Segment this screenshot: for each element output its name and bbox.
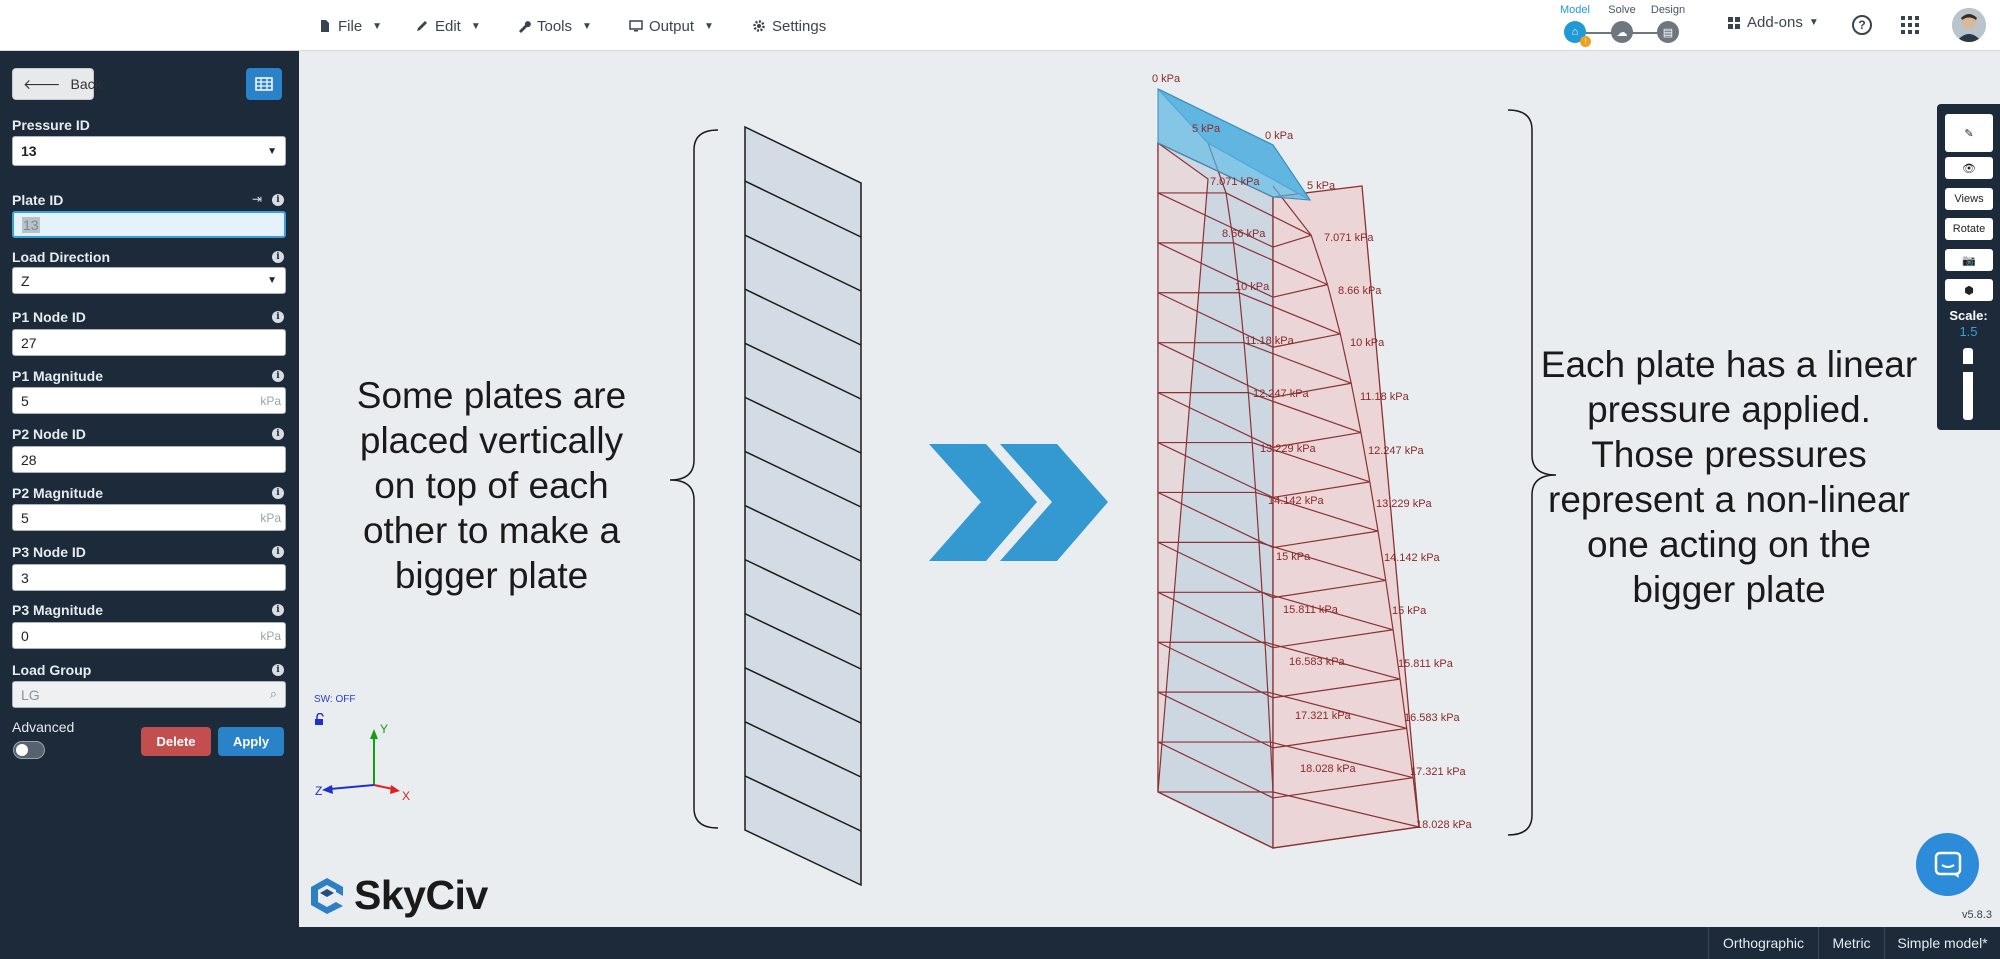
pressure-label: 14.142 kPa [1384,552,1441,564]
screenshot-button[interactable]: 📷 [1945,249,1993,271]
model-name[interactable]: Simple model* [1884,927,2000,959]
annotation-right-line: Each plate has a linear [1540,344,1918,385]
pressure-label: 10 kPa [1350,337,1385,349]
scale-slider-thumb[interactable] [1962,364,1974,372]
chat-support-button[interactable] [1916,833,1979,896]
pressure-label: 15 kPa [1392,605,1427,617]
pressure-label: 11.18 kPa [1245,335,1295,347]
axis-z-label: Z [315,784,322,798]
annotation-right-line: bigger plate [1632,569,1826,610]
pressure-label: 0 kPa [1265,130,1294,142]
pressure-label: 12.247 kPa [1253,388,1310,400]
view-toolbar: ✎ 👁 Views Rotate 📷 ⬢ Scale: 1.5 [1937,104,2000,430]
pressure-label: 17.321 kPa [1295,710,1352,722]
annotation-right-line: represent a non-linear [1548,479,1910,520]
annotation-right-line: one acting on the [1587,524,1871,565]
pressure-label: 0 kPa [1152,73,1181,85]
status-bar: Orthographic Metric Simple model* [0,927,2000,959]
pressure-label: 17.321 kPa [1410,766,1467,778]
annotation-right-line: pressure applied. [1587,389,1871,430]
pencil-icon: ✎ [1964,127,1974,140]
pressure-label: 16.583 kPa [1404,712,1461,724]
skyciv-logo-icon [311,877,343,914]
axis-y-label: Y [380,722,388,736]
pressure-label: 16.583 kPa [1289,656,1346,668]
scale-value: 1.5 [1959,324,1978,339]
axes-gizmo: Y Z X [315,722,410,803]
annotation-left-line: placed vertically [359,420,624,461]
pressure-label: 15 kPa [1276,551,1311,563]
pressure-label: 5 kPa [1192,123,1221,135]
scale-slider[interactable] [1962,348,1974,420]
cube-icon: ⬢ [1964,284,1974,297]
pressure-label: 7.071 kPa [1324,232,1374,244]
visibility-button[interactable]: 👁 [1945,157,1993,179]
double-chevron-arrow [929,444,1108,561]
unlock-icon[interactable] [314,713,326,725]
skyciv-logo-text: SkyCiv [354,872,488,918]
pressure-label: 13.229 kPa [1260,443,1317,455]
annotation-left-line: Some plates are [356,375,627,416]
camera-icon: 📷 [1962,254,1976,267]
pressure-label: 13.229 kPa [1376,498,1433,510]
pressure-label: 15.811 kPa [1398,658,1454,670]
3d-view-button[interactable]: ⬢ [1945,279,1993,301]
projection-toggle[interactable]: Orthographic [1708,927,1818,959]
pressure-label: 11.18 kPa [1360,391,1410,403]
pressure-label: 8.66 kPa [1338,285,1382,297]
stacked-plates [744,125,862,887]
left-brace [669,129,719,829]
pressure-label: 7.071 kPa [1210,176,1260,188]
pressure-label: 8.66 kPa [1222,228,1266,240]
eye-icon: 👁 [1962,162,1976,175]
self-weight-status[interactable]: SW: OFF [314,694,355,705]
pressure-label: 14.142 kPa [1268,495,1325,507]
pressure-label: 15.811 kPa [1283,604,1339,616]
axis-x-label: X [402,789,410,803]
annotation-right: Each plate has a linear pressure applied… [1533,342,1925,612]
annotation-left-line: bigger plate [394,555,589,596]
annotation-left-line: on top of each [374,465,609,506]
pressure-label: 10 kPa [1235,281,1270,293]
pressure-label: 18.028 kPa [1300,763,1357,775]
annotation-left-line: other to make a [362,510,621,551]
views-button[interactable]: Views [1945,188,1993,210]
pressure-label: 5 kPa [1307,180,1336,192]
chat-icon [1934,851,1961,878]
annotation-right-line: Those pressures [1591,434,1867,475]
units-toggle[interactable]: Metric [1818,927,1884,959]
scale-label: Scale: [1949,308,1988,323]
skyciv-logo: SkyCiv [308,872,488,919]
rotate-button[interactable]: Rotate [1945,218,1993,240]
version-label: v5.8.3 [1962,909,1992,921]
pressure-model [1157,88,1420,850]
annotation-left: Some plates are placed vertically on top… [335,373,648,598]
pressure-label: 12.247 kPa [1368,445,1425,457]
pressure-label: 18.028 kPa [1416,819,1473,831]
edit-view-button[interactable]: ✎ [1945,114,1993,152]
